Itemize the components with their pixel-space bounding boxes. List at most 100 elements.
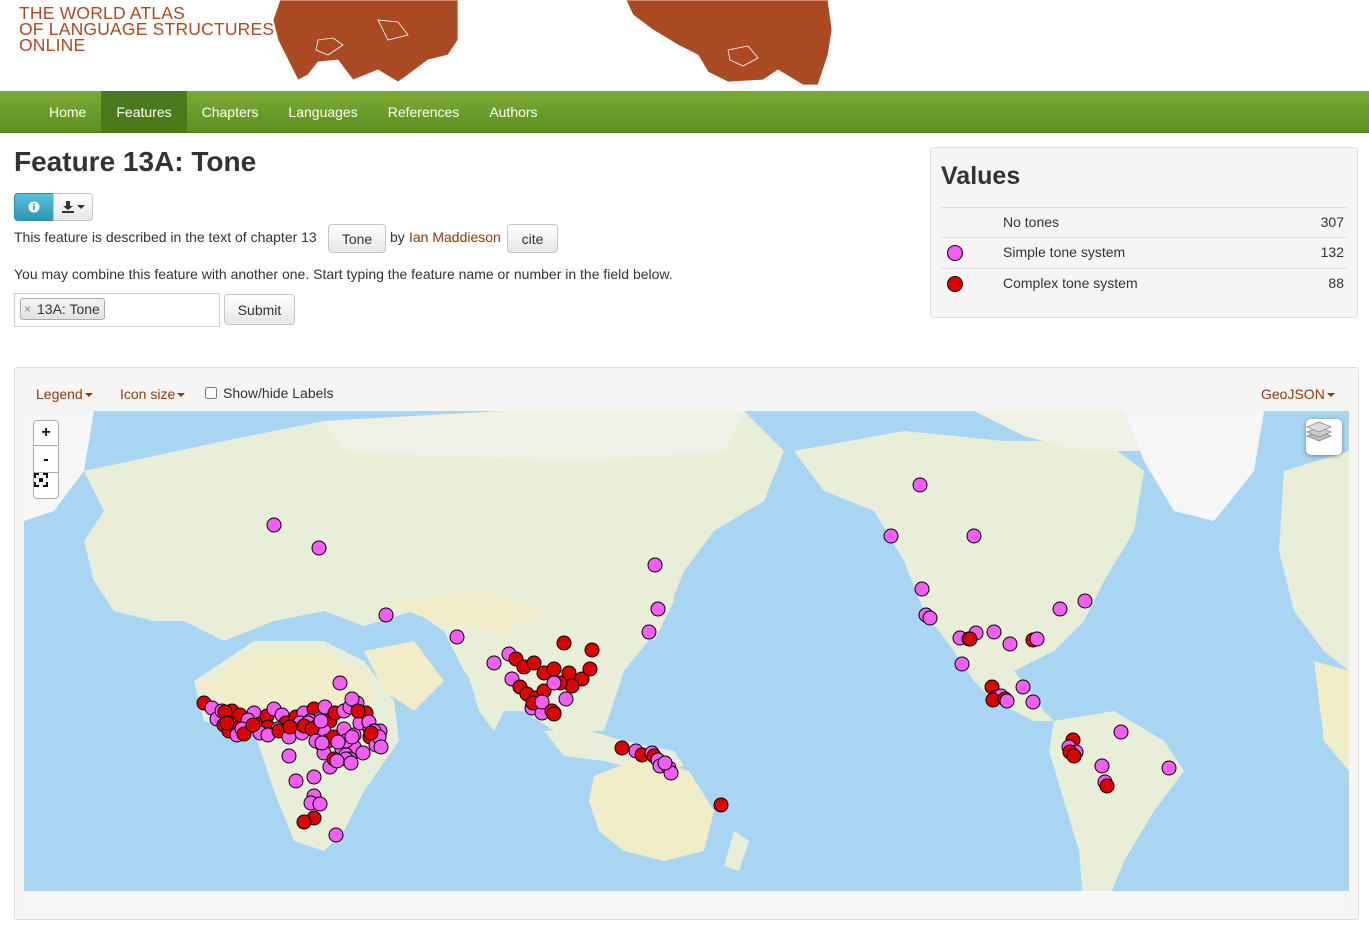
- simple-tone-marker[interactable]: [313, 713, 329, 729]
- nav-references[interactable]: References: [373, 91, 475, 132]
- value-count: 132: [1320, 244, 1344, 260]
- labels-checkbox[interactable]: [205, 387, 217, 399]
- geojson-label: GeoJSON: [1261, 386, 1325, 402]
- complex-tone-marker[interactable]: [584, 642, 600, 658]
- simple-tone-marker[interactable]: [486, 655, 502, 671]
- simple-tone-marker[interactable]: [266, 517, 282, 533]
- simple-tone-marker[interactable]: [966, 528, 982, 544]
- value-row-simple-tone[interactable]: Simple tone system 132: [941, 237, 1347, 268]
- value-row-complex-tone[interactable]: Complex tone system 88: [941, 268, 1347, 299]
- layers-button[interactable]: [1306, 419, 1342, 455]
- simple-tone-marker[interactable]: [986, 624, 1002, 640]
- simple-tone-marker[interactable]: [330, 734, 346, 750]
- main-nav: Home Features Chapters Languages Referen…: [0, 91, 1369, 133]
- labels-toggle[interactable]: Show/hide Labels: [205, 385, 334, 401]
- caret-down-icon: [1326, 393, 1335, 398]
- simple-tone-marker[interactable]: [314, 735, 330, 751]
- simple-tone-marker[interactable]: [344, 729, 360, 745]
- simple-tone-marker[interactable]: [1052, 601, 1068, 617]
- value-row-no-tones[interactable]: No tones 307: [941, 207, 1347, 238]
- values-title: Values: [941, 162, 1021, 190]
- complex-tone-marker[interactable]: [582, 661, 598, 677]
- simple-tone-marker[interactable]: [657, 755, 673, 771]
- simple-tone-marker[interactable]: [373, 739, 389, 755]
- simple-tone-marker[interactable]: [1015, 679, 1031, 695]
- download-icon: [61, 201, 74, 213]
- simple-tone-marker[interactable]: [332, 675, 348, 691]
- legend-dropdown[interactable]: Legend: [36, 386, 93, 402]
- complex-tone-marker[interactable]: [546, 661, 562, 677]
- simple-tone-marker[interactable]: [288, 773, 304, 789]
- zoom-out-button[interactable]: -: [33, 447, 59, 473]
- simple-tone-marker[interactable]: [312, 796, 328, 812]
- nav-chapters[interactable]: Chapters: [187, 91, 274, 132]
- geojson-dropdown[interactable]: GeoJSON: [1261, 386, 1335, 402]
- simple-tone-marker[interactable]: [1113, 724, 1129, 740]
- simple-tone-marker[interactable]: [1025, 694, 1041, 710]
- simple-tone-marker[interactable]: [914, 581, 930, 597]
- complex-tone-marker[interactable]: [350, 703, 366, 719]
- nav-languages[interactable]: Languages: [273, 91, 372, 132]
- complex-tone-marker[interactable]: [546, 706, 562, 722]
- complex-tone-marker[interactable]: [296, 814, 312, 830]
- remove-token-icon[interactable]: ×: [24, 302, 31, 316]
- site-title[interactable]: THE WORLD ATLAS OF LANGUAGE STRUCTURES O…: [19, 4, 274, 54]
- simple-tone-marker[interactable]: [641, 624, 657, 640]
- caret-down-icon: [84, 393, 93, 398]
- complex-tone-marker[interactable]: [614, 740, 630, 756]
- complex-tone-marker[interactable]: [1066, 748, 1082, 764]
- author-link[interactable]: Ian Maddieson: [409, 229, 501, 245]
- zoom-in-button[interactable]: +: [33, 420, 59, 446]
- nav-features[interactable]: Features: [101, 91, 187, 132]
- complex-tone-marker[interactable]: [245, 717, 261, 733]
- simple-tone-marker[interactable]: [912, 477, 928, 493]
- simple-tone-marker[interactable]: [281, 748, 297, 764]
- simple-tone-marker[interactable]: [378, 607, 394, 623]
- simple-tone-marker[interactable]: [999, 693, 1015, 709]
- simple-tone-marker[interactable]: [1002, 636, 1018, 652]
- icon-size-dropdown[interactable]: Icon size: [120, 386, 186, 402]
- simple-tone-marker[interactable]: [647, 557, 663, 573]
- complex-tone-marker[interactable]: [713, 797, 729, 813]
- complex-tone-marker[interactable]: [556, 635, 572, 651]
- simple-tone-marker[interactable]: [355, 745, 371, 761]
- token-label: 13A: Tone: [37, 301, 100, 317]
- download-dropdown-button[interactable]: [53, 193, 93, 221]
- value-count: 88: [1328, 275, 1344, 291]
- info-button[interactable]: [14, 193, 54, 221]
- simple-tone-marker[interactable]: [449, 629, 465, 645]
- simple-tone-marker[interactable]: [311, 540, 327, 556]
- simple-tone-marker[interactable]: [883, 528, 899, 544]
- fit-bounds-button[interactable]: [33, 473, 59, 499]
- cite-button[interactable]: cite: [507, 224, 558, 253]
- complex-tone-marker[interactable]: [219, 715, 235, 731]
- chevron-down-icon: [76, 205, 85, 209]
- complex-tone-marker[interactable]: [363, 725, 379, 741]
- combine-instructions: You may combine this feature with anothe…: [14, 266, 673, 282]
- simple-tone-marker[interactable]: [1029, 631, 1045, 647]
- simple-tone-marker[interactable]: [1161, 760, 1177, 776]
- simple-tone-marker[interactable]: [328, 827, 344, 843]
- simple-tone-marker[interactable]: [922, 610, 938, 626]
- site-banner: THE WORLD ATLAS OF LANGUAGE STRUCTURES O…: [0, 0, 1369, 90]
- simple-tone-marker[interactable]: [343, 755, 359, 771]
- labels-toggle-label: Show/hide Labels: [223, 385, 334, 401]
- selected-feature-token: × 13A: Tone: [20, 298, 105, 320]
- feature-combine-input[interactable]: × 13A: Tone: [14, 293, 220, 327]
- simple-tone-marker[interactable]: [954, 656, 970, 672]
- simple-tone-marker[interactable]: [1094, 758, 1110, 774]
- complex-tone-marker[interactable]: [282, 719, 298, 735]
- world-map[interactable]: + -: [24, 411, 1349, 911]
- nav-home[interactable]: Home: [34, 91, 101, 132]
- complex-tone-marker[interactable]: [1099, 778, 1115, 794]
- complex-tone-marker[interactable]: [962, 631, 978, 647]
- simple-tone-marker[interactable]: [329, 753, 345, 769]
- chapter-tone-button[interactable]: Tone: [328, 224, 386, 253]
- simple-tone-marker[interactable]: [1077, 593, 1093, 609]
- simple-tone-marker[interactable]: [558, 691, 574, 707]
- simple-tone-marker[interactable]: [306, 769, 322, 785]
- simple-tone-marker[interactable]: [650, 601, 666, 617]
- simple-tone-marker[interactable]: [546, 675, 562, 691]
- submit-button[interactable]: Submit: [224, 294, 295, 325]
- nav-authors[interactable]: Authors: [474, 91, 552, 132]
